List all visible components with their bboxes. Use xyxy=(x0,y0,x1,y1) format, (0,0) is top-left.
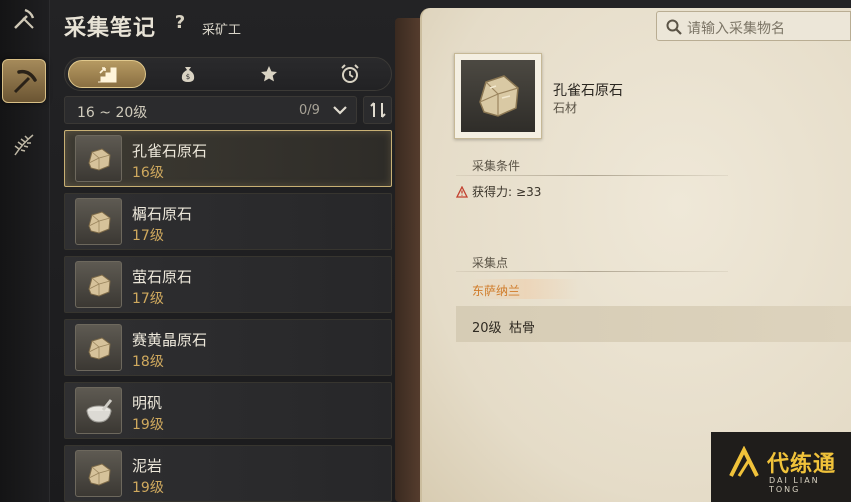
help-button[interactable]: ? xyxy=(170,13,190,33)
item-name: 明矾 xyxy=(132,394,163,412)
spawn-point-row[interactable]: 20级 枯骨 xyxy=(456,306,851,342)
detail-item-type: 石材 xyxy=(553,101,578,115)
sort-arrows-icon xyxy=(369,102,386,118)
list-item[interactable]: 泥岩 19级 xyxy=(64,445,392,502)
nav-herbalism[interactable] xyxy=(2,122,46,166)
item-level: 16级 xyxy=(132,165,164,181)
item-thumbnail xyxy=(75,387,122,434)
back-button[interactable] xyxy=(8,6,40,38)
collected-count: 0/9 xyxy=(299,103,320,118)
condition-value: ≥33 xyxy=(516,184,542,199)
item-level: 19级 xyxy=(132,417,164,433)
tab-favorites[interactable] xyxy=(230,60,308,88)
list-item[interactable]: 萤石原石 17级 xyxy=(64,256,392,313)
condition-row: 获得力: ≥33 xyxy=(456,183,541,200)
level-range-dropdown[interactable]: 16 ~ 20级 0/9 xyxy=(64,96,357,124)
item-level: 17级 xyxy=(132,291,164,307)
watermark-subtitle: DAI LIAN TONG xyxy=(769,476,820,494)
item-name: 榍石原石 xyxy=(132,205,193,223)
detail-item-name: 孔雀石原石 xyxy=(553,83,623,99)
star-icon xyxy=(261,66,277,82)
list-item[interactable]: 孔雀石原石 16级 xyxy=(64,130,392,187)
item-name: 萤石原石 xyxy=(132,268,193,286)
level-stairs-icon xyxy=(98,67,117,83)
profession-label: 采矿工 xyxy=(202,23,242,38)
mortar-icon xyxy=(86,398,112,423)
list-item[interactable]: 榍石原石 17级 xyxy=(64,193,392,250)
herb-leaf-icon xyxy=(14,134,34,156)
item-name: 赛黄晶原石 xyxy=(132,331,208,349)
item-thumbnail xyxy=(75,450,122,497)
svg-text:$: $ xyxy=(186,73,190,81)
page-title: 采集笔记 xyxy=(64,16,157,41)
nav-mining[interactable] xyxy=(2,59,46,103)
list-item[interactable]: 赛黄晶原石 18级 xyxy=(64,319,392,376)
spawn-level: 20级 xyxy=(472,321,502,336)
category-tab-bar: $ xyxy=(64,57,392,91)
divider xyxy=(456,271,728,272)
search-box[interactable]: 请输入采集物名 xyxy=(656,11,851,41)
item-thumbnail xyxy=(75,198,122,245)
ore-icon xyxy=(87,147,111,171)
points-header: 采集点 xyxy=(472,256,509,270)
dailiantong-logo-icon xyxy=(729,446,759,477)
item-level: 18级 xyxy=(132,354,164,370)
ore-icon xyxy=(87,210,111,234)
item-thumbnail xyxy=(75,135,122,182)
item-level: 17级 xyxy=(132,228,164,244)
search-icon xyxy=(666,19,682,35)
crossed-tools-icon xyxy=(14,8,35,29)
tab-value[interactable]: $ xyxy=(149,60,227,88)
ore-icon xyxy=(479,75,519,117)
search-input[interactable]: 请输入采集物名 xyxy=(687,18,785,38)
list-item[interactable]: 明矾 19级 xyxy=(64,382,392,439)
item-thumbnail xyxy=(75,324,122,371)
divider xyxy=(456,175,728,176)
condition-label: 获得力: xyxy=(472,185,513,199)
watermark: 代练通 DAI LIAN TONG xyxy=(711,432,851,502)
level-range-label: 16 ~ 20级 xyxy=(77,105,148,121)
tab-level[interactable] xyxy=(68,60,146,88)
money-bag-icon: $ xyxy=(181,67,195,82)
item-list: 孔雀石原石 16级 榍石原石 17级 萤石原石 17级 赛黄晶原石 18级 明矾 19级 泥岩 19级 xyxy=(64,130,394,502)
spawn-monster: 枯骨 xyxy=(509,321,536,336)
sort-button[interactable] xyxy=(363,96,392,124)
left-nav-rail xyxy=(0,0,50,502)
pickaxe-icon xyxy=(13,69,37,94)
gathering-notes-screen: 采集笔记 ? 采矿工 $ 16 ~ 20级 0/9 孔雀石原石 16级 榍石原石… xyxy=(0,0,851,502)
condition-header: 采集条件 xyxy=(472,159,521,173)
ore-icon xyxy=(87,273,111,297)
region-name[interactable]: 东萨纳兰 xyxy=(472,282,520,299)
warning-icon xyxy=(456,185,468,198)
item-name: 泥岩 xyxy=(132,457,163,475)
detail-item-image xyxy=(454,53,542,139)
item-level: 19级 xyxy=(132,480,164,496)
chevron-down-icon xyxy=(333,106,347,115)
ore-icon xyxy=(87,462,111,486)
watermark-title: 代练通 xyxy=(767,452,837,477)
item-name: 孔雀石原石 xyxy=(132,142,208,160)
tab-time[interactable] xyxy=(311,60,389,88)
ore-icon xyxy=(87,336,111,360)
alarm-clock-icon xyxy=(341,64,359,83)
item-thumbnail xyxy=(75,261,122,308)
